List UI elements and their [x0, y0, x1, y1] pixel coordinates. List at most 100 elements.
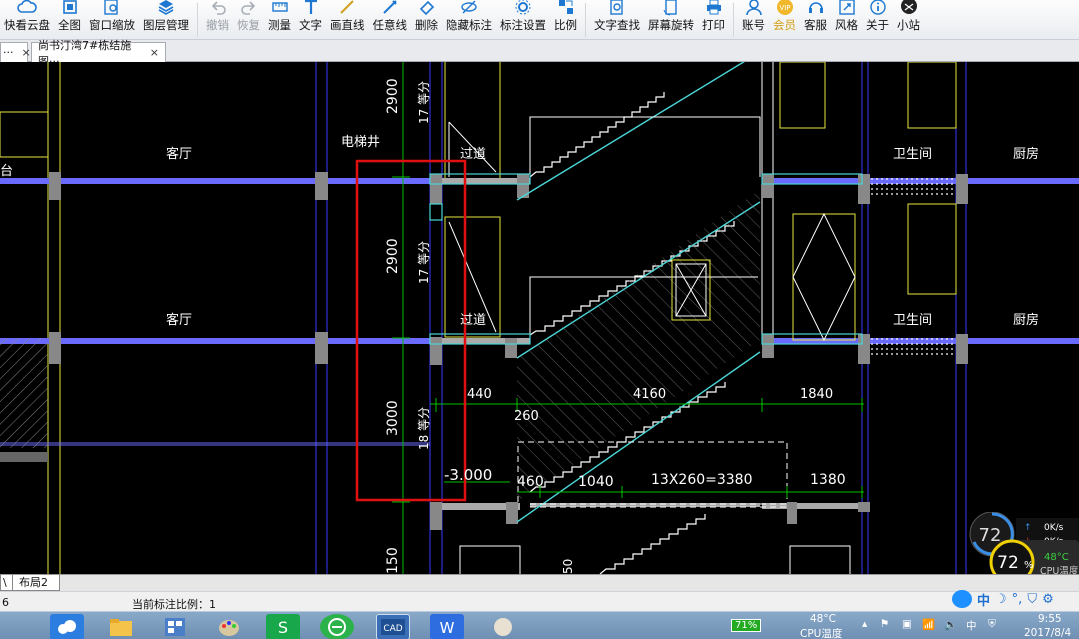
- style-button[interactable]: 风格: [831, 0, 862, 39]
- redo-button[interactable]: 恢复: [233, 0, 264, 39]
- cloud-disk-button[interactable]: 快看云盘: [0, 0, 54, 39]
- delete-button[interactable]: 删除: [411, 0, 442, 39]
- undo-button[interactable]: 撤销: [202, 0, 233, 39]
- battery-indicator[interactable]: 71%: [731, 619, 762, 632]
- taskbar-app-control[interactable]: [158, 614, 192, 639]
- toolbar-label: 文字: [299, 18, 322, 32]
- gear-icon[interactable]: ⚙: [1042, 592, 1054, 607]
- text-search-icon: [606, 0, 628, 18]
- station-button[interactable]: 小站: [893, 0, 924, 39]
- svg-text:S: S: [278, 618, 288, 637]
- toolbar-label: 删除: [415, 18, 438, 32]
- taskbar-app-explorer[interactable]: [104, 614, 138, 639]
- toolbar-label: 关于: [866, 18, 889, 32]
- room-label-kitchen: 厨房: [1013, 146, 1039, 162]
- tab-layout2[interactable]: 布局2: [12, 575, 60, 591]
- toolbar-label: 风格: [835, 18, 858, 32]
- measure-button[interactable]: 测量: [264, 0, 295, 39]
- redo-icon: [238, 0, 260, 18]
- draw-line-button[interactable]: 画直线: [326, 0, 369, 39]
- ime-toolbar[interactable]: 中 ☽ °, ⛉ ⚙: [952, 588, 1078, 610]
- dimension-50: 50: [561, 559, 575, 574]
- dimension-3000: 3000: [385, 400, 401, 436]
- room-label-balcony: 台: [0, 164, 13, 179]
- toolbar-label: 账号: [742, 18, 765, 32]
- room-label-corridor: 过道: [460, 147, 486, 162]
- toolbar-label: 恢复: [237, 18, 260, 32]
- tray-usb-icon[interactable]: ▣: [902, 618, 912, 630]
- room-label-elevator: 电梯井: [341, 135, 380, 150]
- text-button[interactable]: 文字: [295, 0, 326, 39]
- tray-ime-indicator[interactable]: 中: [966, 618, 977, 633]
- window-zoom-button[interactable]: 窗口缩放: [85, 0, 139, 39]
- toolbar-label: 客服: [804, 18, 827, 32]
- layer-manager-button[interactable]: 图层管理: [139, 0, 193, 39]
- tray-network-icon[interactable]: 📶: [922, 618, 935, 631]
- cpu-temp-label: CPU温度: [1040, 565, 1079, 574]
- net-up-speed: 0K/s: [1044, 523, 1064, 533]
- ime-language[interactable]: 中: [977, 590, 990, 609]
- moon-icon[interactable]: ☽: [995, 592, 1007, 607]
- free-line-button[interactable]: 任意线: [369, 0, 412, 39]
- style-icon: [836, 0, 858, 18]
- headset-icon: [805, 0, 827, 18]
- taskbar-app-wps-sheet[interactable]: S: [266, 614, 300, 639]
- spreadsheet-icon: S: [278, 618, 288, 637]
- tray-flag-icon[interactable]: ⚑: [880, 618, 889, 630]
- vip-button[interactable]: VIP 会员: [769, 0, 800, 39]
- customer-service-button[interactable]: 客服: [800, 0, 831, 39]
- taskbar-app-wps-writer[interactable]: W: [430, 614, 464, 639]
- shirt-icon[interactable]: ⛉: [1027, 592, 1037, 607]
- tray-show-hidden-icon[interactable]: ▴: [862, 618, 867, 630]
- toolbar-label: 会员: [773, 18, 796, 32]
- taskbar-app-baidu-cloud[interactable]: [50, 614, 84, 639]
- taskbar-app-cad-viewer[interactable]: CAD: [376, 614, 410, 639]
- tray-shield-icon[interactable]: ⛨: [988, 618, 996, 631]
- percent-sign: %: [1024, 560, 1034, 571]
- print-button[interactable]: 打印: [698, 0, 729, 39]
- vip-icon: VIP: [774, 0, 796, 18]
- dimension-2900: 2900: [385, 238, 401, 274]
- control-panel-icon: [165, 618, 185, 636]
- window-zoom-icon: [101, 0, 123, 18]
- hide-annotation-button[interactable]: 隐藏标注: [442, 0, 496, 39]
- taskbar-app-paint[interactable]: [212, 614, 246, 639]
- scale-button[interactable]: 比例: [550, 0, 581, 39]
- toolbar-separator: [197, 3, 198, 37]
- dimension-2900: 2900: [385, 78, 401, 114]
- bathroom-slab: [870, 178, 956, 198]
- toolbar-label: 打印: [702, 18, 725, 32]
- annotation-settings-icon: [512, 0, 534, 18]
- tray-cpu-temp[interactable]: 48°C: [810, 613, 836, 625]
- punctuation-icon[interactable]: °,: [1012, 592, 1023, 607]
- rotate-screen-button[interactable]: 屏幕旋转: [644, 0, 698, 39]
- drawing-canvas[interactable]: 客厅 客厅 电梯井 过道 过道 卫生间 卫生间 厨房 厨房 台 2900 290…: [0, 62, 1079, 574]
- steps-label: 18 等分: [417, 407, 431, 450]
- annotation-settings-button[interactable]: 标注设置: [496, 0, 550, 39]
- line-icon: [336, 0, 358, 18]
- room-label-living: 客厅: [166, 312, 192, 328]
- room-label-living: 客厅: [166, 146, 192, 162]
- tab-previous-document[interactable]: ··· ×: [0, 42, 31, 62]
- room-label-bathroom: 卫生间: [893, 313, 932, 328]
- text-search-button[interactable]: 文字查找: [590, 0, 644, 39]
- tray-volume-icon[interactable]: 🔈: [944, 618, 957, 631]
- close-icon[interactable]: ×: [150, 46, 159, 59]
- tab-active-document[interactable]: 尚书汀湾7#栋结施图··· ×: [31, 39, 166, 68]
- cpu-monitor-widget[interactable]: 72 ↑ 0K/s ↓ 0K/s 72 % 48°C CPU温度: [968, 512, 1079, 574]
- toolbar-separator: [585, 3, 586, 37]
- clock-date[interactable]: 2017/8/4: [1024, 627, 1071, 639]
- taskbar-app-avatar[interactable]: [486, 614, 520, 639]
- taskbar-app-browser[interactable]: [320, 614, 354, 639]
- toolbar-label: 任意线: [372, 18, 408, 32]
- clock-time[interactable]: 9:55: [1038, 613, 1062, 625]
- cloud-icon: [16, 0, 38, 18]
- info-icon: [867, 0, 889, 18]
- avatar-icon: [494, 618, 512, 636]
- about-button[interactable]: 关于: [862, 0, 893, 39]
- close-icon[interactable]: ×: [22, 46, 31, 59]
- fullview-button[interactable]: 全图: [54, 0, 85, 39]
- freeline-icon: [379, 0, 401, 18]
- account-button[interactable]: 账号: [738, 0, 769, 39]
- svg-text:CAD: CAD: [383, 624, 402, 634]
